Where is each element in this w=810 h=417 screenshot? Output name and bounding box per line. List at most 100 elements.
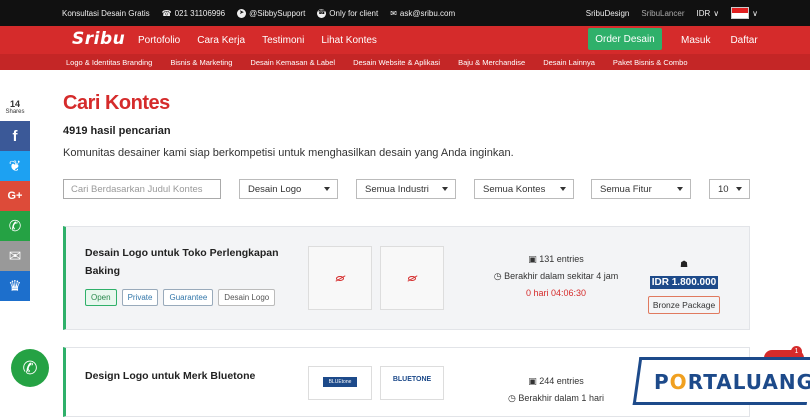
entry-thumbnail[interactable]: BLUETONE (380, 366, 444, 400)
currency-label: IDR (696, 8, 711, 18)
nav-portofolio[interactable]: Portofolio (138, 35, 180, 46)
twitter-share-button[interactable]: ❦ (0, 151, 30, 181)
contest-card[interactable]: Desain Logo untuk Toko Perlengkapan Baki… (63, 226, 750, 330)
tag-guarantee: Guarantee (163, 289, 214, 306)
entry-thumbnail-hidden[interactable] (308, 246, 372, 310)
contest-title-line: Baking (85, 265, 121, 277)
contest-select[interactable]: Semua Kontes (474, 179, 574, 199)
email-share-button[interactable]: ✉ (0, 241, 30, 271)
whatsapp-float-button[interactable]: ✆ (11, 349, 49, 387)
whatsapp-icon: ✆ (8, 218, 22, 235)
category-baju[interactable]: Baju & Merchandise (458, 58, 525, 67)
category-lainnya[interactable]: Desain Lainnya (543, 58, 595, 67)
page-title: Cari Kontes (63, 92, 170, 114)
sribulancer-link[interactable]: SribuLancer (641, 9, 684, 18)
facebook-share-button[interactable]: f (0, 121, 30, 151)
register-link[interactable]: Daftar (730, 35, 757, 46)
notification-badge: 1 (791, 346, 802, 357)
google-plus-share-button[interactable]: G+ (0, 181, 30, 211)
email-address: ask@sribu.com (399, 8, 456, 18)
category-logo[interactable]: Logo & Identitas Branding (66, 58, 152, 67)
language-dropdown[interactable]: ∨ (731, 7, 758, 19)
crown-icon: ♛ (8, 278, 22, 295)
contest-title[interactable]: Desain Logo untuk Toko Perlengkapan Baki… (85, 244, 279, 280)
share-label: Shares (5, 109, 25, 115)
tag-category: Desain Logo (218, 289, 276, 306)
contest-title[interactable]: Design Logo untuk Merk Bluetone (85, 367, 255, 385)
ends-text: Berakhir dalam sekitar 4 jam (504, 271, 619, 281)
caret-down-icon (324, 187, 330, 191)
tag-private: Private (121, 289, 159, 306)
package-badge: Bronze Package (647, 296, 721, 314)
mail-icon: ✉ (390, 8, 397, 18)
logo-letter: RTALUANG (687, 370, 810, 394)
mail-icon: ✉ (8, 248, 22, 265)
trophy-icon: ☗ (679, 259, 689, 269)
per-page-select[interactable]: 10 (709, 179, 750, 199)
sumo-share-button[interactable]: ♛ (0, 271, 30, 301)
contest-select-value: Semua Kontes (483, 183, 546, 195)
industry-select-value: Semua Industri (365, 183, 429, 195)
logo-letter: O (669, 370, 688, 394)
category-bisnis[interactable]: Bisnis & Marketing (170, 58, 232, 67)
entries-count: 131 entries (539, 254, 584, 264)
phone-icon: ☎ (161, 8, 172, 18)
sribu-logo[interactable]: Sribu (72, 29, 125, 49)
prize-amount: IDR 1.800.000 (649, 276, 719, 289)
telegram-icon: ➤ (237, 8, 247, 18)
whatsapp-icon: ☎ (317, 8, 327, 18)
facebook-icon: f (12, 127, 18, 145)
clock-icon: ◷ (493, 271, 502, 281)
phone-link[interactable]: ☎ 021 31106996 (162, 9, 226, 18)
caret-down-icon (560, 187, 566, 191)
telegram-link[interactable]: ➤ @SibbySupport (237, 8, 306, 18)
eye-slash-icon (408, 275, 416, 281)
portaluang-logo: PORTALUANG (654, 370, 810, 394)
logo-letter: P (654, 370, 670, 394)
nav-testimoni[interactable]: Testimoni (262, 35, 304, 46)
whatsapp-label: Only for client (329, 8, 379, 18)
entry-thumbnail[interactable]: BLUEtone (308, 366, 372, 400)
email-link[interactable]: ✉ ask@sribu.com (390, 9, 455, 18)
category-paket[interactable]: Paket Bisnis & Combo (613, 58, 688, 67)
tag-open: Open (85, 289, 117, 306)
whatsapp-share-button[interactable]: ✆ (0, 211, 30, 241)
bluetone-logo-entry: BLUEtone (323, 377, 357, 387)
entries-count: 244 entries (539, 376, 584, 386)
ends-text: Berakhir dalam 1 hari (518, 393, 604, 403)
search-input[interactable]: Cari Berdasarkan Judul Kontes (63, 179, 221, 199)
whatsapp-link[interactable]: ☎ Only for client (317, 8, 379, 18)
google-plus-icon: G+ (7, 190, 23, 202)
order-desain-button[interactable]: Order Desain (588, 28, 662, 50)
category-website[interactable]: Desain Website & Aplikasi (353, 58, 440, 67)
nav-lihat-kontes[interactable]: Lihat Kontes (321, 35, 377, 46)
caret-down-icon (442, 187, 448, 191)
telegram-handle: @SibbySupport (249, 8, 306, 18)
category-select[interactable]: Desain Logo (239, 179, 338, 199)
contest-stats: ▣ 131 entries ◷ Berakhir dalam sekitar 4… (476, 253, 636, 304)
eye-slash-icon (336, 275, 344, 281)
feature-select[interactable]: Semua Fitur (591, 179, 691, 199)
result-count: 4919 hasil pencarian (63, 125, 171, 137)
login-link[interactable]: Masuk (681, 35, 710, 46)
contest-tags: Open Private Guarantee Desain Logo (85, 289, 276, 306)
feature-select-value: Semua Fitur (600, 183, 652, 195)
whatsapp-icon: ✆ (22, 357, 38, 378)
consult-link[interactable]: Konsultasi Desain Gratis (62, 9, 150, 18)
sribudesign-link[interactable]: SribuDesign (586, 9, 630, 18)
indonesia-flag-icon (731, 7, 750, 19)
contest-stats: ▣ 244 entries ◷ Berakhir dalam 1 hari (476, 375, 636, 409)
countdown-timer: 0 hari 04:06:30 (525, 288, 587, 298)
bluetone-logo-entry: BLUETONE (392, 376, 432, 383)
twitter-icon: ❦ (8, 158, 22, 175)
category-kemasan[interactable]: Desain Kemasan & Label (250, 58, 335, 67)
image-icon: ▣ (528, 376, 537, 386)
nav-cara-kerja[interactable]: Cara Kerja (197, 35, 245, 46)
entry-thumbnail-hidden[interactable] (380, 246, 444, 310)
industry-select[interactable]: Semua Industri (356, 179, 456, 199)
auth-links: Masuk Daftar (681, 26, 758, 54)
image-icon: ▣ (528, 254, 537, 264)
currency-dropdown[interactable]: IDR ∨ (697, 9, 720, 18)
per-page-value: 10 (718, 183, 729, 195)
caret-down-icon (677, 187, 683, 191)
